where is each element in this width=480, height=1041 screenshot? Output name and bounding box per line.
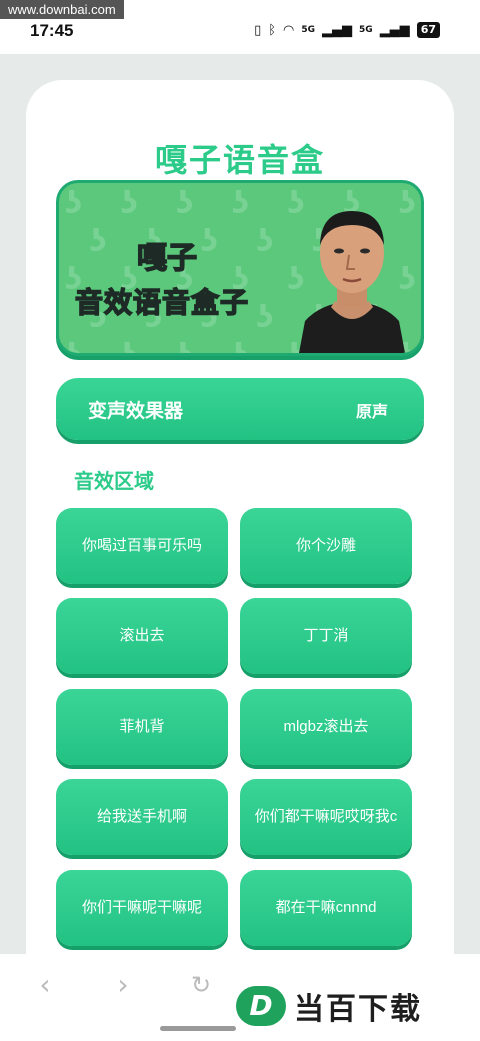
- brand-name: 当百下载: [294, 992, 422, 1027]
- browser-navbar: ‹ › ↻ D 当百下载: [0, 954, 480, 1041]
- signal-icon-2: ▂▄▆: [379, 22, 410, 38]
- portrait-image: [299, 211, 405, 353]
- network-label-1: 5G: [301, 25, 316, 35]
- chevron-right-icon[interactable]: ›: [108, 970, 138, 1000]
- banner: ʖ ʖ ʖ ʖ ʖ ʖ ʖ ʖ ʖ ʖ ʖ ʖ ʖ ʖ ʖ ʖ ʖ ʖ ʖ ʖ …: [56, 180, 424, 356]
- banner-title: 嘎子: [136, 240, 198, 277]
- bluetooth-icon: ᛒ: [268, 22, 277, 38]
- sound-button[interactable]: 你们都干嘛呢哎呀我c: [240, 779, 412, 855]
- sound-button[interactable]: mlgbz滚出去: [240, 689, 412, 765]
- home-indicator[interactable]: [160, 1026, 236, 1031]
- chevron-left-icon[interactable]: ‹: [30, 970, 60, 1000]
- main-card: 嘎子语音盒 ʖ ʖ ʖ ʖ ʖ ʖ ʖ ʖ ʖ ʖ ʖ ʖ ʖ ʖ ʖ ʖ ʖ …: [26, 80, 454, 1010]
- watermark: www.downbai.com: [0, 0, 124, 19]
- wifi-icon: ◠: [283, 22, 295, 38]
- sound-button[interactable]: 你个沙雕: [240, 508, 412, 584]
- sound-button[interactable]: 给我送手机啊: [56, 779, 228, 855]
- brand-logo: D 当百下载: [236, 984, 422, 1028]
- voice-changer-value[interactable]: 原声: [356, 398, 388, 422]
- refresh-icon[interactable]: ↻: [186, 970, 216, 1000]
- sound-button[interactable]: 滚出去: [56, 598, 228, 674]
- voice-changer-label: 变声效果器: [88, 400, 184, 422]
- sound-button[interactable]: 菲机背: [56, 689, 228, 765]
- signal-icon: ▂▄▆: [322, 22, 353, 38]
- sound-button[interactable]: 丁丁消: [240, 598, 412, 674]
- app-title: 嘎子语音盒: [154, 141, 325, 179]
- page: 嘎子语音盒 ʖ ʖ ʖ ʖ ʖ ʖ ʖ ʖ ʖ ʖ ʖ ʖ ʖ ʖ ʖ ʖ ʖ …: [0, 54, 480, 1010]
- vibrate-icon: ▯: [254, 22, 262, 38]
- sound-button[interactable]: 你喝过百事可乐吗: [56, 508, 228, 584]
- banner-subtitle: 音效语音盒子: [74, 285, 250, 320]
- status-icons: ▯ ᛒ ◠ 5G ▂▄▆ 5G ▂▄▆ 67: [254, 22, 440, 38]
- section-title: 音效区域: [74, 469, 154, 493]
- sound-button[interactable]: 都在干嘛cnnnd: [240, 870, 412, 946]
- sound-button[interactable]: 你们干嘛呢干嘛呢: [56, 870, 228, 946]
- brand-logo-icon: D: [236, 986, 286, 1026]
- status-time: 17:45: [30, 21, 74, 40]
- network-label-2: 5G: [359, 25, 373, 35]
- battery-icon: 67: [416, 22, 440, 38]
- voice-changer-button[interactable]: 变声效果器 原声: [56, 378, 424, 440]
